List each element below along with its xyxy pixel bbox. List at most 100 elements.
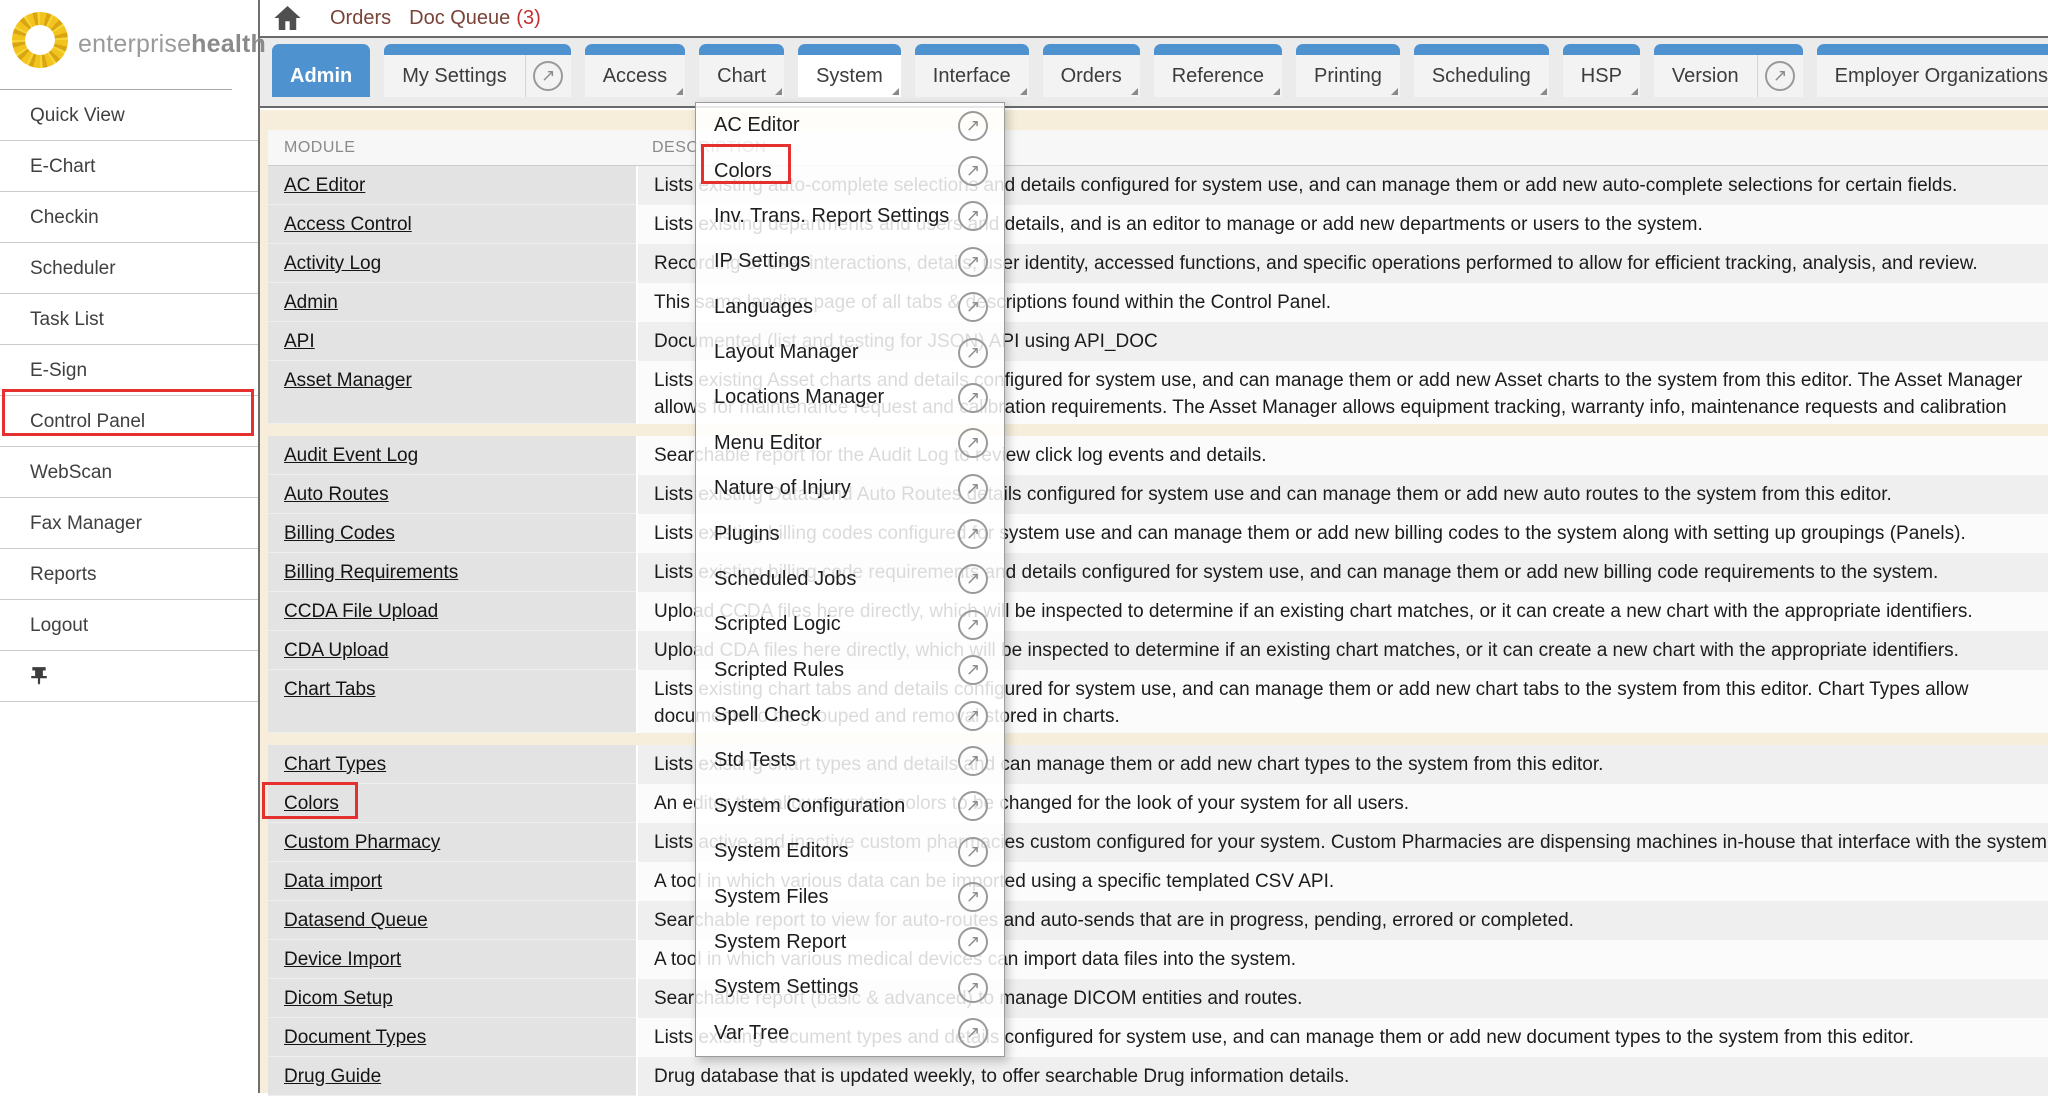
breadcrumb-doc-queue[interactable]: Doc Queue	[409, 7, 510, 30]
external-link-icon[interactable]: ↗	[958, 338, 988, 368]
menu-item-system-configuration[interactable]: System Configuration↗	[696, 784, 1004, 829]
module-link-chart-tabs[interactable]: Chart Tabs	[284, 679, 376, 700]
external-link-icon[interactable]: ↗	[958, 837, 988, 867]
sidebar-item-reports[interactable]: Reports	[0, 549, 258, 600]
sidebar-item-quick-view[interactable]: Quick View	[0, 90, 258, 141]
tab-scheduling[interactable]: Scheduling	[1414, 44, 1549, 97]
menu-item-nature-of-injury[interactable]: Nature of Injury↗	[696, 466, 1004, 511]
module-link-admin[interactable]: Admin	[284, 292, 338, 313]
menu-item-system-editors[interactable]: System Editors↗	[696, 829, 1004, 874]
menu-item-languages[interactable]: Languages↗	[696, 285, 1004, 330]
tab-chart[interactable]: Chart	[699, 44, 784, 97]
tab-employer-organizations[interactable]: Employer Organizations↗	[1817, 44, 2048, 97]
breadcrumb-orders[interactable]: Orders	[330, 7, 391, 30]
external-link-icon[interactable]: ↗	[958, 882, 988, 912]
sidebar-item-control-panel[interactable]: Control Panel	[0, 396, 258, 447]
module-link-ac-editor[interactable]: AC Editor	[284, 175, 365, 196]
module-link-billing-requirements[interactable]: Billing Requirements	[284, 562, 458, 583]
menu-item-scripted-logic[interactable]: Scripted Logic↗	[696, 602, 1004, 647]
external-link-icon[interactable]: ↗	[958, 791, 988, 821]
sidebar-item-e-sign[interactable]: E-Sign	[0, 345, 258, 396]
external-link-icon[interactable]: ↗	[958, 111, 988, 141]
external-link-icon[interactable]: ↗	[958, 927, 988, 957]
module-link-access-control[interactable]: Access Control	[284, 214, 412, 235]
menu-item-std-tests[interactable]: Std Tests↗	[696, 738, 1004, 783]
menu-item-scheduled-jobs[interactable]: Scheduled Jobs↗	[696, 557, 1004, 602]
sidebar-item-fax-manager[interactable]: Fax Manager	[0, 498, 258, 549]
external-link-icon[interactable]: ↗	[958, 156, 988, 186]
menu-item-system-settings[interactable]: System Settings↗	[696, 965, 1004, 1010]
external-link-icon[interactable]: ↗	[958, 746, 988, 776]
menu-item-scripted-rules[interactable]: Scripted Rules↗	[696, 648, 1004, 693]
menu-item-inv-trans-report-settings[interactable]: Inv. Trans. Report Settings↗	[696, 194, 1004, 239]
tab-hsp[interactable]: HSP	[1563, 44, 1640, 97]
external-link-icon[interactable]: ↗	[958, 247, 988, 277]
module-link-chart-types[interactable]: Chart Types	[284, 754, 386, 775]
external-link-icon[interactable]: ↗	[958, 519, 988, 549]
menu-item-plugins[interactable]: Plugins↗	[696, 511, 1004, 556]
external-link-icon[interactable]: ↗	[958, 383, 988, 413]
module-link-drug-guide[interactable]: Drug Guide	[284, 1066, 381, 1087]
menu-item-layout-manager[interactable]: Layout Manager↗	[696, 330, 1004, 375]
tab-printing[interactable]: Printing	[1296, 44, 1400, 97]
sidebar-item-checkin[interactable]: Checkin	[0, 192, 258, 243]
tab-access[interactable]: Access	[585, 44, 685, 97]
module-link-document-types[interactable]: Document Types	[284, 1027, 426, 1048]
external-link-icon[interactable]: ↗	[958, 428, 988, 458]
external-link-icon[interactable]: ↗	[958, 201, 988, 231]
menu-item-locations-manager[interactable]: Locations Manager↗	[696, 375, 1004, 420]
menu-item-colors[interactable]: Colors↗	[696, 148, 1004, 193]
open-in-new-window-button[interactable]: ↗	[1757, 55, 1803, 97]
doc-queue-count-badge: (3)	[516, 7, 540, 30]
open-in-new-window-button[interactable]: ↗	[525, 55, 571, 97]
sidebar-item-logout[interactable]: Logout	[0, 600, 258, 651]
module-link-activity-log[interactable]: Activity Log	[284, 253, 381, 274]
tab-admin[interactable]: Admin	[272, 44, 370, 97]
module-link-asset-manager[interactable]: Asset Manager	[284, 370, 412, 391]
sidebar-item-task-list[interactable]: Task List	[0, 294, 258, 345]
sidebar-item-scheduler[interactable]: Scheduler	[0, 243, 258, 294]
external-link-icon[interactable]: ↗	[958, 701, 988, 731]
external-link-icon[interactable]: ↗	[958, 610, 988, 640]
module-link-data-import[interactable]: Data import	[284, 871, 382, 892]
module-link-billing-codes[interactable]: Billing Codes	[284, 523, 395, 544]
tab-my-settings[interactable]: My Settings↗	[384, 44, 570, 97]
tab-system[interactable]: System	[798, 44, 901, 97]
menu-item-system-files[interactable]: System Files↗	[696, 874, 1004, 919]
menu-item-system-report[interactable]: System Report↗	[696, 920, 1004, 965]
external-link-icon[interactable]: ↗	[958, 655, 988, 685]
sidebar-item-e-chart[interactable]: E-Chart	[0, 141, 258, 192]
module-link-custom-pharmacy[interactable]: Custom Pharmacy	[284, 832, 440, 853]
module-link-audit-event-log[interactable]: Audit Event Log	[284, 445, 418, 466]
external-link-icon[interactable]: ↗	[958, 474, 988, 504]
external-link-icon[interactable]: ↗	[958, 973, 988, 1003]
module-cell: Datasend Queue	[268, 901, 636, 940]
menu-item-spell-check[interactable]: Spell Check↗	[696, 693, 1004, 738]
tab-reference[interactable]: Reference	[1154, 44, 1282, 97]
menu-item-var-tree[interactable]: Var Tree↗	[696, 1011, 1004, 1056]
menu-item-ip-settings[interactable]: IP Settings↗	[696, 239, 1004, 284]
menu-item-ac-editor[interactable]: AC Editor↗	[696, 103, 1004, 148]
module-link-dicom-setup[interactable]: Dicom Setup	[284, 988, 393, 1009]
module-link-api[interactable]: API	[284, 331, 315, 352]
menu-item-menu-editor[interactable]: Menu Editor↗	[696, 421, 1004, 466]
module-link-cda-upload[interactable]: CDA Upload	[284, 640, 389, 661]
module-link-datasend-queue[interactable]: Datasend Queue	[284, 910, 428, 931]
sidebar-pin-toggle[interactable]	[0, 651, 258, 702]
breadcrumb-bar: Orders Doc Queue (3)	[260, 0, 2048, 38]
sidebar-item-webscan[interactable]: WebScan	[0, 447, 258, 498]
tab-body: HSP	[1563, 55, 1640, 97]
home-button[interactable]	[274, 6, 304, 30]
external-link-icon[interactable]: ↗	[958, 292, 988, 322]
tab-orders[interactable]: Orders	[1043, 44, 1140, 97]
module-link-auto-routes[interactable]: Auto Routes	[284, 484, 389, 505]
module-link-ccda-file-upload[interactable]: CCDA File Upload	[284, 601, 438, 622]
table-body: AC EditorLists existing auto-complete se…	[268, 166, 2048, 1096]
tab-interface[interactable]: Interface	[915, 44, 1029, 97]
submenu-caret-icon	[1273, 88, 1280, 95]
module-link-device-import[interactable]: Device Import	[284, 949, 401, 970]
external-link-icon[interactable]: ↗	[958, 1018, 988, 1048]
module-link-colors[interactable]: Colors	[284, 793, 339, 814]
tab-version[interactable]: Version↗	[1654, 44, 1803, 97]
external-link-icon[interactable]: ↗	[958, 564, 988, 594]
